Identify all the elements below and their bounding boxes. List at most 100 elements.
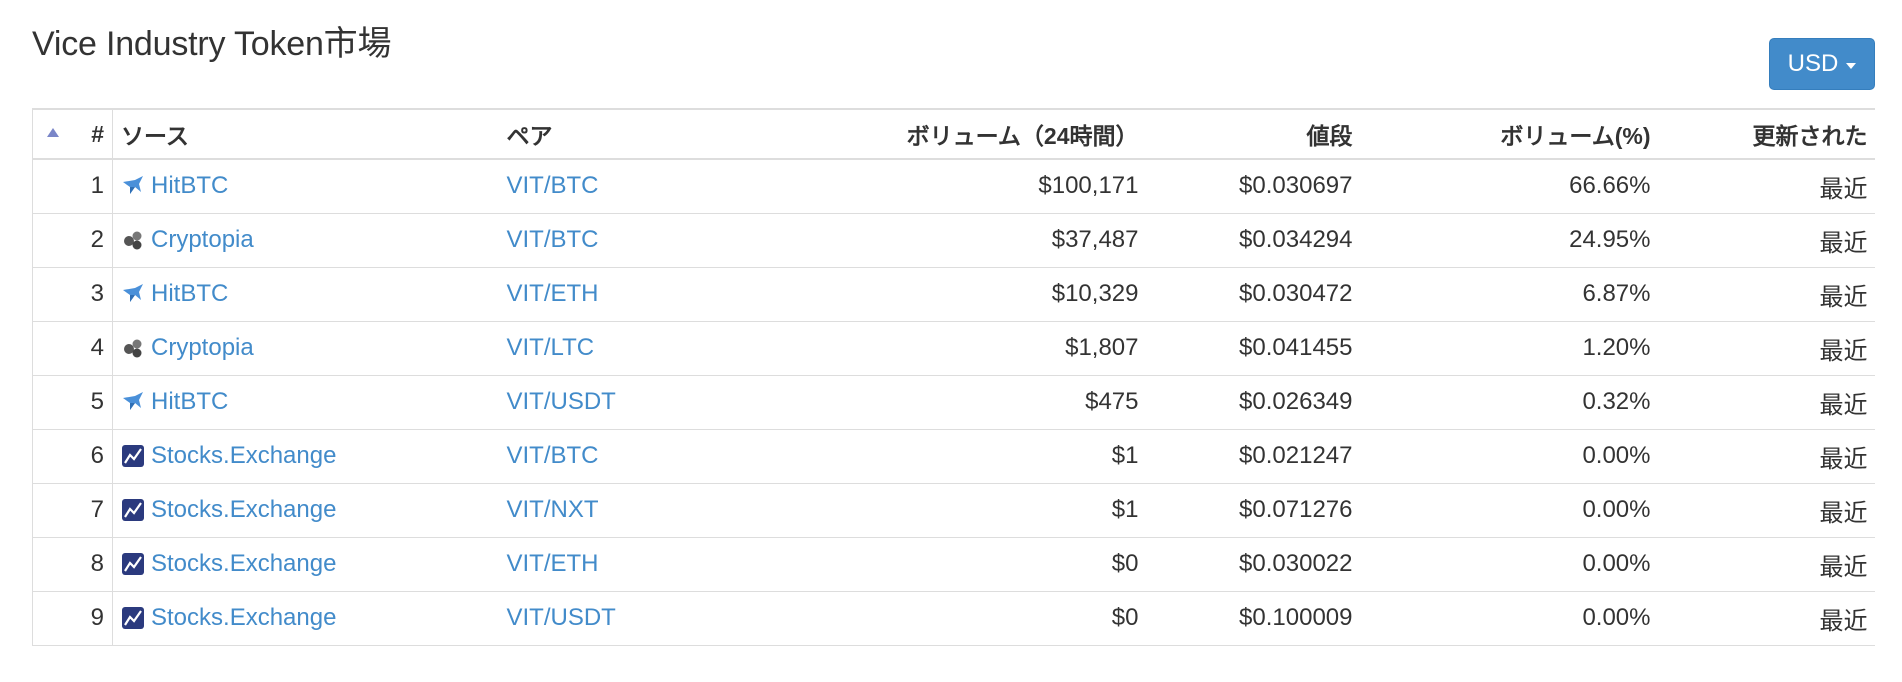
updated-value: 最近 [1658, 483, 1875, 538]
source-link[interactable]: HitBTC [151, 388, 228, 416]
source-cell: Stocks.Exchange [112, 537, 499, 592]
row-number: 7 [72, 483, 113, 538]
header-volume[interactable]: ボリューム（24時間） [748, 108, 1147, 160]
source-cell: HitBTC [112, 267, 499, 322]
volume-pct-value: 0.00% [1360, 537, 1659, 592]
volume-pct-value: 6.87% [1360, 267, 1659, 322]
row-number: 9 [72, 591, 113, 646]
header-num[interactable]: # [72, 108, 113, 160]
source-cell: Stocks.Exchange [112, 429, 499, 484]
table-row: 4 Cryptopia VIT/LTC $1,807 $0.041455 1.2… [32, 321, 1875, 376]
source-cell: Cryptopia [112, 213, 499, 268]
row-number: 5 [72, 375, 113, 430]
markets-table-container: # ソース ペア ボリューム（24時間） 値段 ボリューム(%) 更新された 1… [32, 108, 1875, 654]
currency-label: USD [1787, 50, 1839, 77]
updated-value: 最近 [1658, 591, 1875, 646]
source-link[interactable]: Cryptopia [151, 334, 254, 362]
source-link[interactable]: Stocks.Exchange [151, 442, 336, 470]
pair-link[interactable]: VIT/USDT [507, 388, 616, 415]
pair-link[interactable]: VIT/LTC [507, 334, 595, 361]
volume-pct-value: 24.95% [1360, 213, 1659, 268]
pair-link[interactable]: VIT/ETH [507, 550, 599, 577]
pair-cell: VIT/BTC [498, 159, 749, 214]
pair-cell: VIT/USDT [498, 591, 749, 646]
source-link[interactable]: Stocks.Exchange [151, 550, 336, 578]
table-row: 7 Stocks.Exchange VIT/NXT $1 $0.071276 0… [32, 483, 1875, 538]
volume-value: $0 [748, 537, 1147, 592]
source-cell: HitBTC [112, 159, 499, 214]
stocks-exchange-icon [121, 552, 145, 576]
source-cell: Cryptopia [112, 321, 499, 376]
hitbtc-icon [121, 390, 145, 414]
updated-value: 最近 [1658, 375, 1875, 430]
row-spacer [32, 537, 73, 592]
row-spacer [32, 213, 73, 268]
header-updated[interactable]: 更新された [1658, 108, 1875, 160]
source-link[interactable]: Cryptopia [151, 226, 254, 254]
price-value: $0.034294 [1146, 213, 1361, 268]
volume-value: $0 [748, 591, 1147, 646]
source-cell: Stocks.Exchange [112, 483, 499, 538]
volume-value: $100,171 [748, 159, 1147, 214]
updated-value: 最近 [1658, 321, 1875, 376]
row-number: 8 [72, 537, 113, 592]
pair-cell: VIT/LTC [498, 321, 749, 376]
table-row: 9 Stocks.Exchange VIT/USDT $0 $0.100009 … [32, 591, 1875, 646]
page-title: Vice Industry Token市場 [32, 25, 392, 63]
volume-pct-value: 0.00% [1360, 591, 1659, 646]
pair-link[interactable]: VIT/BTC [507, 172, 599, 199]
stocks-exchange-icon [121, 606, 145, 630]
source-cell: HitBTC [112, 375, 499, 430]
pair-link[interactable]: VIT/BTC [507, 442, 599, 469]
pair-link[interactable]: VIT/USDT [507, 604, 616, 631]
header-source[interactable]: ソース [112, 108, 499, 160]
price-value: $0.071276 [1146, 483, 1361, 538]
pair-cell: VIT/BTC [498, 429, 749, 484]
pair-cell: VIT/NXT [498, 483, 749, 538]
updated-value: 最近 [1658, 159, 1875, 214]
volume-value: $10,329 [748, 267, 1147, 322]
stocks-exchange-icon [121, 498, 145, 522]
table-header-row: # ソース ペア ボリューム（24時間） 値段 ボリューム(%) 更新された [32, 108, 1875, 160]
volume-value: $1 [748, 483, 1147, 538]
pair-link[interactable]: VIT/BTC [507, 226, 599, 253]
hitbtc-icon [121, 282, 145, 306]
price-value: $0.030022 [1146, 537, 1361, 592]
volume-value: $37,487 [748, 213, 1147, 268]
row-number: 4 [72, 321, 113, 376]
header-price[interactable]: 値段 [1146, 108, 1361, 160]
source-link[interactable]: Stocks.Exchange [151, 604, 336, 632]
updated-value: 最近 [1658, 429, 1875, 484]
pair-link[interactable]: VIT/NXT [507, 496, 599, 523]
price-value: $0.030472 [1146, 267, 1361, 322]
volume-pct-value: 0.00% [1360, 483, 1659, 538]
row-spacer [32, 321, 73, 376]
sort-toggle[interactable] [32, 108, 73, 160]
row-spacer [32, 267, 73, 322]
source-link[interactable]: Stocks.Exchange [151, 496, 336, 524]
pair-cell: VIT/BTC [498, 213, 749, 268]
pair-cell: VIT/USDT [498, 375, 749, 430]
volume-value: $475 [748, 375, 1147, 430]
volume-value: $1,807 [748, 321, 1147, 376]
table-row: 3 HitBTC VIT/ETH $10,329 $0.030472 6.87%… [32, 267, 1875, 322]
table-body: 1 HitBTC VIT/BTC $100,171 $0.030697 66.6… [32, 159, 1875, 646]
row-spacer [32, 483, 73, 538]
volume-pct-value: 1.20% [1360, 321, 1659, 376]
currency-dropdown-button[interactable]: USD [1769, 38, 1875, 90]
updated-value: 最近 [1658, 213, 1875, 268]
source-cell: Stocks.Exchange [112, 591, 499, 646]
header-volume-pct[interactable]: ボリューム(%) [1360, 108, 1659, 160]
pair-link[interactable]: VIT/ETH [507, 280, 599, 307]
source-link[interactable]: HitBTC [151, 280, 228, 308]
row-spacer [32, 159, 73, 214]
row-spacer [32, 429, 73, 484]
volume-pct-value: 0.00% [1360, 429, 1659, 484]
source-link[interactable]: HitBTC [151, 172, 228, 200]
table-row: 6 Stocks.Exchange VIT/BTC $1 $0.021247 0… [32, 429, 1875, 484]
row-number: 2 [72, 213, 113, 268]
header-pair[interactable]: ペア [498, 108, 749, 160]
hitbtc-icon [121, 174, 145, 198]
row-number: 6 [72, 429, 113, 484]
table-row: 1 HitBTC VIT/BTC $100,171 $0.030697 66.6… [32, 159, 1875, 214]
